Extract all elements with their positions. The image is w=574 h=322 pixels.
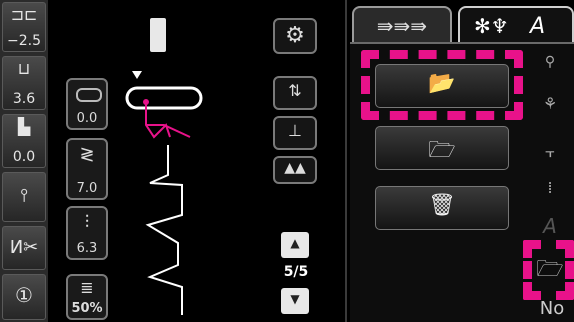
stitch-start-point <box>143 99 149 105</box>
needle-position-button[interactable]: ⫯ <box>2 172 46 222</box>
speed-value: 50% <box>71 301 103 316</box>
folder-open-icon: 📂 <box>428 71 456 96</box>
thread-icon: ⚲ <box>544 54 556 70</box>
presser-foot-lift-button[interactable]: ⊥ <box>273 116 317 150</box>
delete-button[interactable]: 🗑 <box>375 186 509 230</box>
speed-icon: ≣ <box>80 278 94 297</box>
presser-foot-lift-icon: ⊥ <box>288 121 302 140</box>
no-label: No <box>539 298 565 319</box>
trash-icon: 🗑 <box>428 193 456 218</box>
thread-cutter-icon: И✂ <box>9 237 39 258</box>
page-down-button[interactable]: ▼ <box>281 288 309 314</box>
stitch-width-icon: ⊐⊏ <box>10 5 38 24</box>
faded-letter-icon: A <box>543 214 557 238</box>
stitch-length-icon: ⊔ <box>17 59 31 78</box>
stitch-tie-icon: ⚘ <box>542 94 558 113</box>
memory-flower-icon: ✻♆ <box>474 14 509 38</box>
page-indicator: 5/5 <box>283 264 309 280</box>
thread-tension-button[interactable]: ≷ 7.0 <box>66 138 108 200</box>
speed-button[interactable]: ≣ 50% <box>66 274 108 320</box>
presser-foot-icon: ▙ <box>17 117 31 136</box>
needle-stop-icon: ⇅ <box>288 81 302 100</box>
balance-value: 0.0 <box>76 111 98 126</box>
straight-stitch-icon: ⫟ <box>545 142 555 161</box>
gear-icon: ⚙ <box>285 23 305 48</box>
tension-spring-icon: ≷ <box>79 144 95 165</box>
info-button[interactable]: ① <box>2 274 46 320</box>
stitch-length-button[interactable]: ⊔ 3.6 <box>2 56 46 110</box>
pattern-length-icon: ⫶ <box>84 212 90 233</box>
presser-foot-pressure-button[interactable]: ▙ 0.0 <box>2 114 46 168</box>
stitch-width-value: −2.5 <box>7 33 41 49</box>
needle-marker-icon <box>132 71 142 79</box>
stitch-pattern-path <box>145 145 183 315</box>
balance-button[interactable]: 0.0 <box>66 78 108 130</box>
open-folder-button[interactable]: 📂 <box>375 64 509 108</box>
pattern-length-value: 6.3 <box>76 241 98 256</box>
memory-tab-letter: A <box>530 14 546 39</box>
balance-icon <box>76 88 102 102</box>
info-circle-icon: ① <box>15 283 33 307</box>
folder-save-icon: 🗁 <box>428 138 456 163</box>
presser-foot-indicator-icon <box>150 18 166 52</box>
dotted-stitch-icon: ⁞ <box>547 178 553 197</box>
arrow-down-icon: ▼ <box>290 292 300 306</box>
page-up-button[interactable]: ▲ <box>281 232 309 258</box>
presser-foot-pressure-value: 0.0 <box>12 149 36 165</box>
tab-personal-memory[interactable]: ✻♆ A <box>458 6 574 46</box>
stitch-width-button[interactable]: ⊐⊏ −2.5 <box>2 2 46 52</box>
tab-stitch-sequence[interactable]: ⇛⇛⇛ <box>352 6 452 46</box>
stitch-length-value: 3.6 <box>12 91 36 107</box>
arrow-up-icon: ▲ <box>290 236 300 250</box>
panel-divider <box>345 0 347 322</box>
save-to-folder-button[interactable]: 🗁 <box>375 126 509 170</box>
needle-stop-button[interactable]: ⇅ <box>273 76 317 110</box>
stitch-preview <box>125 71 203 315</box>
needle-icon: ⫯ <box>20 185 28 206</box>
pattern-length-button[interactable]: ⫶ 6.3 <box>66 206 108 260</box>
feed-dog-button[interactable]: ▲▲ <box>273 156 317 184</box>
thread-tension-value: 7.0 <box>76 181 98 196</box>
thread-cutter-button[interactable]: И✂ <box>2 226 46 270</box>
sequence-arrows-icon: ⇛⇛⇛ <box>376 14 428 38</box>
folder-export-icon[interactable]: 🗁 <box>533 252 567 290</box>
feed-dog-icon: ▲▲ <box>284 160 306 176</box>
settings-button[interactable]: ⚙ <box>273 18 317 54</box>
stitch-selection-frame <box>125 86 203 110</box>
